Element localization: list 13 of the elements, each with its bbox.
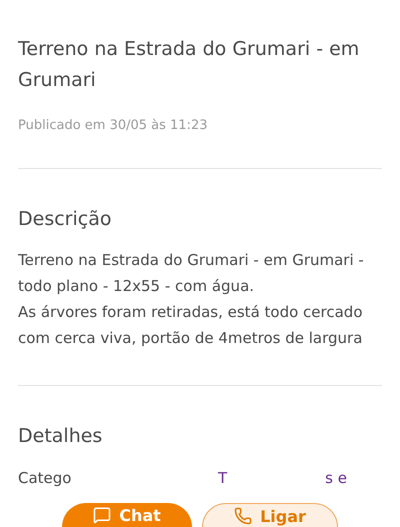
published-date: Publicado em 30/05 às 11:23 (18, 117, 209, 135)
description-text: Terreno na Estrada do Grumari - em Grumari - todo plano - 12x55 - com água. (18, 250, 365, 297)
chat-icon (93, 506, 112, 524)
chat-button[interactable]: Chat (62, 503, 192, 527)
phone-icon (234, 507, 252, 525)
detail-value: s e (325, 468, 347, 488)
description-text: As árvores foram retiradas, está todo cercado com cerca viva, portão de 4metros de largura (18, 302, 364, 349)
listing-title: Terreno na Estrada do Grumari - em Grumari (18, 37, 360, 93)
detail-value: T (218, 468, 228, 488)
section-heading: Descrição (18, 206, 112, 232)
section-heading: Detalhes (18, 424, 104, 449)
detail-label: Catego (18, 468, 72, 488)
call-button[interactable]: Ligar (202, 503, 338, 527)
